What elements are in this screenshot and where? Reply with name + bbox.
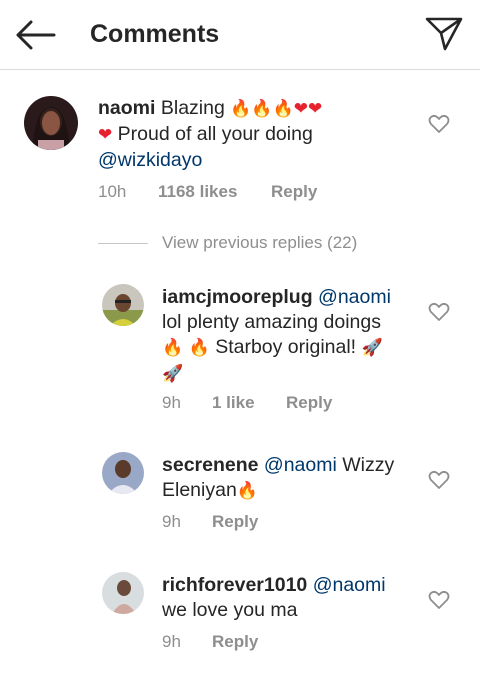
reply-comment: richforever1010 @naomi we love you ma 9h… [0, 572, 480, 662]
likes-count[interactable]: 1168 likes [158, 181, 271, 203]
mention-link[interactable]: @wizkidayo [98, 149, 202, 171]
avatar[interactable] [102, 452, 144, 494]
reply-comment: iamcjmooreplug @naomi lol plenty amazing… [0, 284, 480, 414]
comment-meta: 9h Reply [162, 631, 258, 653]
comment-meta: 9h 1 like Reply [162, 392, 332, 414]
reply-comment: secrenene @naomi Wizzy Eleniyan🔥 9h Reply [0, 452, 480, 542]
mention-link[interactable]: @naomi [318, 286, 391, 308]
heart-outline-icon[interactable] [428, 590, 450, 610]
fire-emoji: 🔥 [251, 99, 273, 119]
fire-emoji: 🔥 [162, 338, 184, 358]
username[interactable]: naomi [98, 97, 155, 119]
rocket-emoji: 🚀 [162, 364, 184, 384]
red-heart-emoji: ❤ [293, 99, 309, 119]
username[interactable]: secrenene [162, 454, 258, 476]
reply-button[interactable]: Reply [271, 181, 317, 203]
view-previous-label: View previous replies (22) [162, 233, 358, 252]
comment-text-2: Starboy original! [215, 336, 357, 358]
avatar[interactable] [24, 96, 78, 150]
timestamp: 9h [162, 632, 181, 651]
heart-outline-icon[interactable] [428, 302, 450, 322]
comment-text-2: Proud of all your doing [117, 123, 313, 145]
avatar[interactable] [102, 572, 144, 614]
reply-button[interactable]: Reply [212, 511, 258, 533]
comment-meta: 10h 1168 likes Reply [98, 181, 317, 203]
likes-count[interactable]: 1 like [212, 392, 286, 414]
comment-text: richforever1010 @naomi we love you ma [162, 573, 422, 623]
mention-link[interactable]: @naomi [264, 454, 337, 476]
main-comment: naomi Blazing 🔥🔥🔥❤❤ ❤ Proud of all your … [0, 90, 480, 210]
username[interactable]: richforever1010 [162, 574, 307, 596]
back-arrow-icon[interactable] [14, 18, 56, 52]
view-previous-replies[interactable]: View previous replies (22) [98, 233, 357, 255]
heart-outline-icon[interactable] [428, 470, 450, 490]
rocket-emoji: 🚀 [361, 338, 383, 358]
username[interactable]: iamcjmooreplug [162, 286, 313, 308]
header-bar: Comments [0, 0, 480, 70]
comment-text-2: Eleniyan [162, 479, 237, 501]
comment-text-1: Blazing [160, 97, 225, 119]
comment-meta: 9h Reply [162, 511, 258, 533]
fire-emoji: 🔥 [230, 99, 252, 119]
timestamp: 9h [162, 393, 181, 412]
comment-text: iamcjmooreplug @naomi lol plenty amazing… [162, 285, 422, 387]
reply-button[interactable]: Reply [212, 631, 258, 653]
comment-text: secrenene @naomi Wizzy Eleniyan🔥 [162, 453, 422, 504]
avatar[interactable] [102, 284, 144, 326]
fire-emoji: 🔥 [236, 481, 258, 501]
red-heart-emoji: ❤ [98, 125, 113, 145]
fire-emoji: 🔥 [272, 99, 294, 119]
comment-text: naomi Blazing 🔥🔥🔥❤❤ ❤ Proud of all your … [98, 96, 418, 173]
timestamp: 10h [98, 182, 127, 201]
comment-text-1: lol plenty amazing doings [162, 311, 381, 333]
comment-text-1: we love you ma [162, 599, 298, 621]
page-title: Comments [90, 20, 220, 48]
red-heart-emoji: ❤ [308, 99, 323, 119]
comment-text-1: Wizzy [342, 454, 395, 476]
mention-link[interactable]: @naomi [313, 574, 386, 596]
heart-outline-icon[interactable] [428, 114, 450, 134]
reply-button[interactable]: Reply [286, 392, 332, 414]
paper-plane-icon[interactable] [424, 16, 464, 52]
timestamp: 9h [162, 512, 181, 531]
fire-emoji: 🔥 [188, 338, 210, 358]
divider [98, 243, 148, 245]
